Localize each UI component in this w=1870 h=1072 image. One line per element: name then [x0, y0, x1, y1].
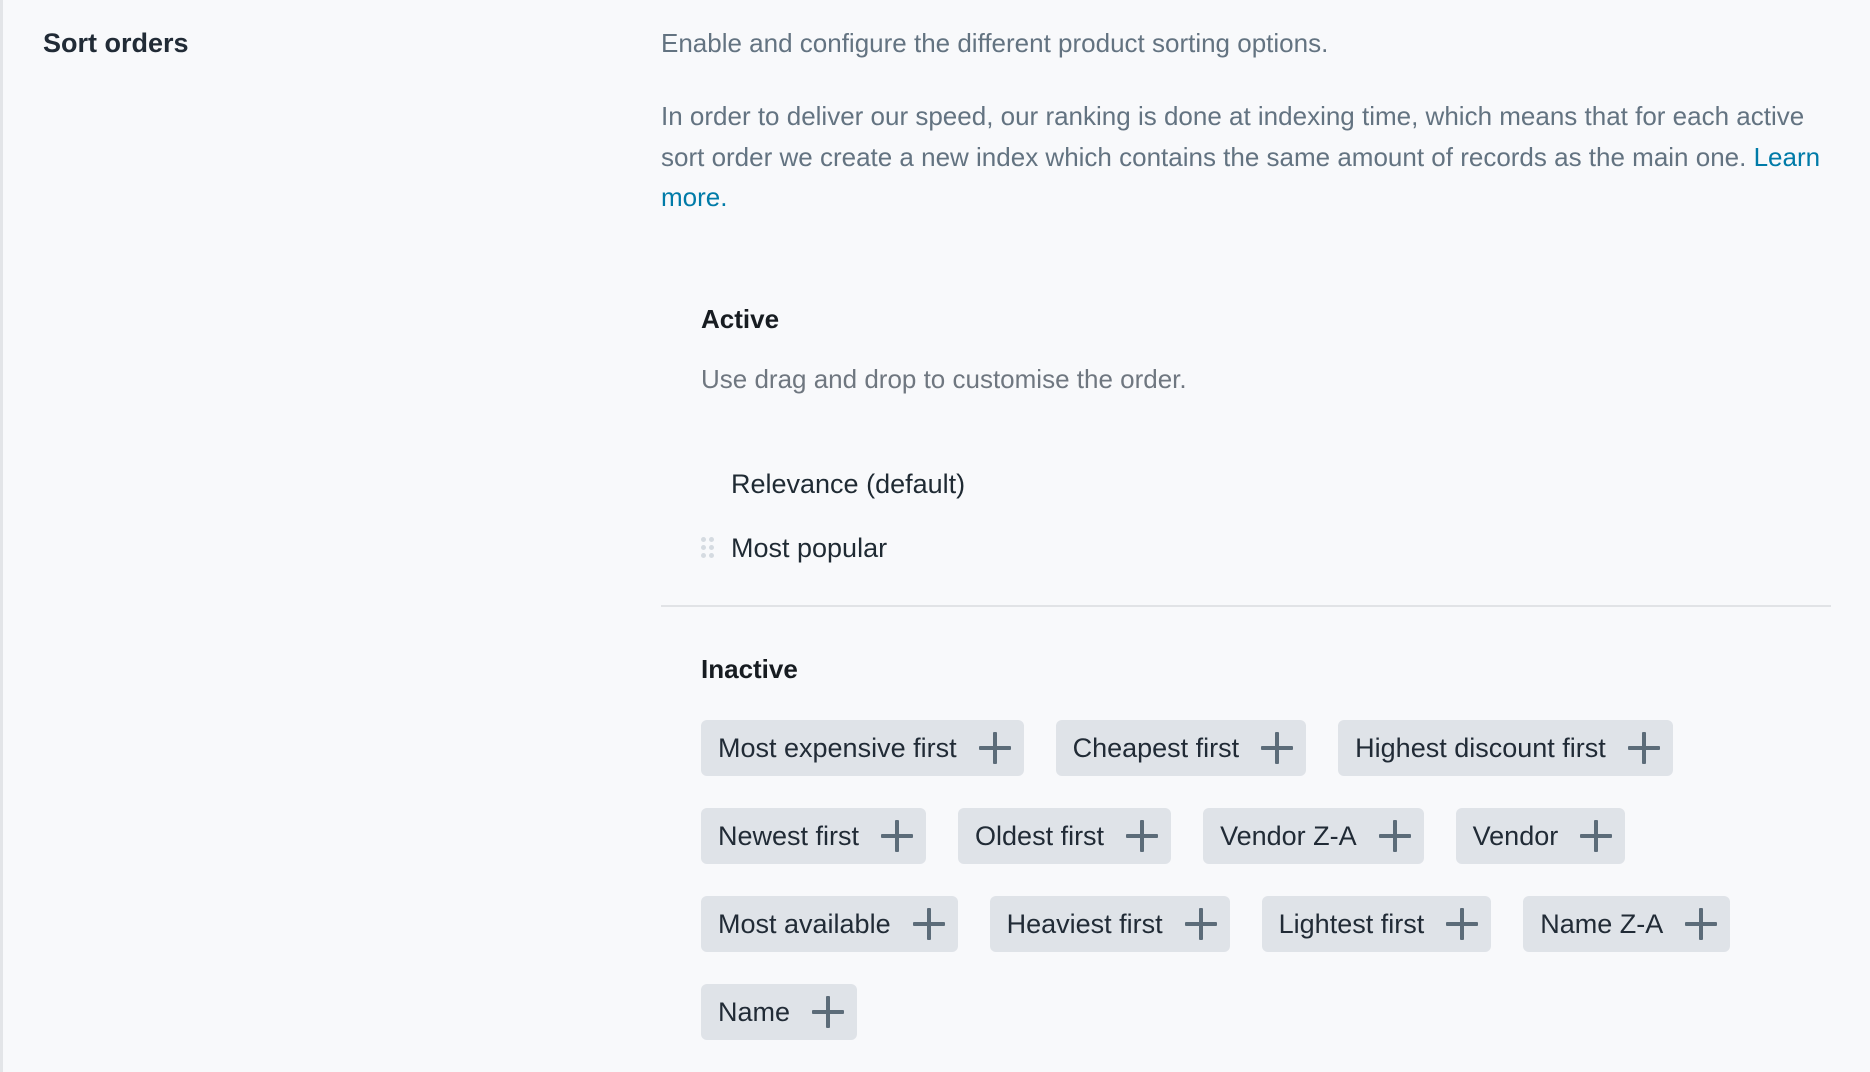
plus-icon[interactable] — [912, 908, 945, 940]
chip-label: Name — [718, 997, 791, 1027]
section-explanation: In order to deliver our speed, our ranki… — [661, 96, 1831, 218]
plus-icon[interactable] — [1261, 732, 1294, 764]
active-hint: Use drag and drop to customise the order… — [701, 364, 1187, 394]
active-sort-label: Relevance (default) — [731, 469, 966, 499]
plus-icon[interactable] — [1627, 732, 1660, 764]
plus-icon[interactable] — [1446, 908, 1479, 940]
inactive-heading: Inactive — [701, 654, 798, 684]
chip-label: Highest discount first — [1355, 733, 1606, 763]
add-sort-chip-oldest-first[interactable]: Oldest first — [958, 808, 1172, 864]
chip-label: Vendor — [1472, 821, 1559, 851]
active-sort-item-most-popular[interactable]: Most popular — [701, 516, 965, 580]
panel-left-border — [0, 0, 3, 1072]
plus-icon[interactable] — [812, 996, 845, 1028]
chip-label: Name Z-A — [1540, 909, 1664, 939]
add-sort-chip-vendor[interactable]: Vendor — [1455, 808, 1626, 864]
plus-icon[interactable] — [978, 732, 1011, 764]
section-title: Sort orders — [43, 28, 189, 58]
plus-icon[interactable] — [1126, 820, 1159, 852]
section-divider — [661, 605, 1831, 607]
chip-label: Most available — [718, 909, 891, 939]
section-description: Enable and configure the different produ… — [661, 28, 1329, 58]
add-sort-chip-most-expensive-first[interactable]: Most expensive first — [701, 720, 1024, 776]
plus-icon[interactable] — [1685, 908, 1718, 940]
inactive-sort-list: Most expensive first Cheapest first High… — [701, 720, 1831, 1040]
add-sort-chip-heaviest-first[interactable]: Heaviest first — [989, 896, 1230, 952]
plus-icon[interactable] — [1184, 908, 1217, 940]
active-sort-item-relevance: Relevance (default) — [701, 452, 965, 516]
add-sort-chip-vendor-z-a[interactable]: Vendor Z-A — [1203, 808, 1424, 864]
chip-label: Oldest first — [975, 821, 1105, 851]
active-sort-label: Most popular — [731, 533, 888, 563]
add-sort-chip-cheapest-first[interactable]: Cheapest first — [1055, 720, 1307, 776]
plus-icon[interactable] — [1580, 820, 1613, 852]
drag-handle-icon[interactable] — [701, 537, 715, 559]
chip-label: Newest first — [718, 821, 860, 851]
chip-label: Vendor Z-A — [1220, 821, 1357, 851]
chip-label: Lightest first — [1278, 909, 1425, 939]
add-sort-chip-highest-discount-first[interactable]: Highest discount first — [1338, 720, 1673, 776]
plus-icon[interactable] — [881, 820, 914, 852]
add-sort-chip-lightest-first[interactable]: Lightest first — [1261, 896, 1492, 952]
add-sort-chip-most-available[interactable]: Most available — [701, 896, 958, 952]
active-sort-list: Relevance (default) Most popular — [701, 452, 965, 580]
add-sort-chip-name-z-a[interactable]: Name Z-A — [1523, 896, 1731, 952]
chip-label: Heaviest first — [1006, 909, 1163, 939]
add-sort-chip-name[interactable]: Name — [701, 984, 858, 1040]
add-sort-chip-newest-first[interactable]: Newest first — [701, 808, 927, 864]
explanation-text: In order to deliver our speed, our ranki… — [661, 101, 1805, 172]
active-heading: Active — [701, 304, 780, 334]
chip-label: Most expensive first — [718, 733, 957, 763]
chip-label: Cheapest first — [1072, 733, 1240, 763]
plus-icon[interactable] — [1378, 820, 1411, 852]
